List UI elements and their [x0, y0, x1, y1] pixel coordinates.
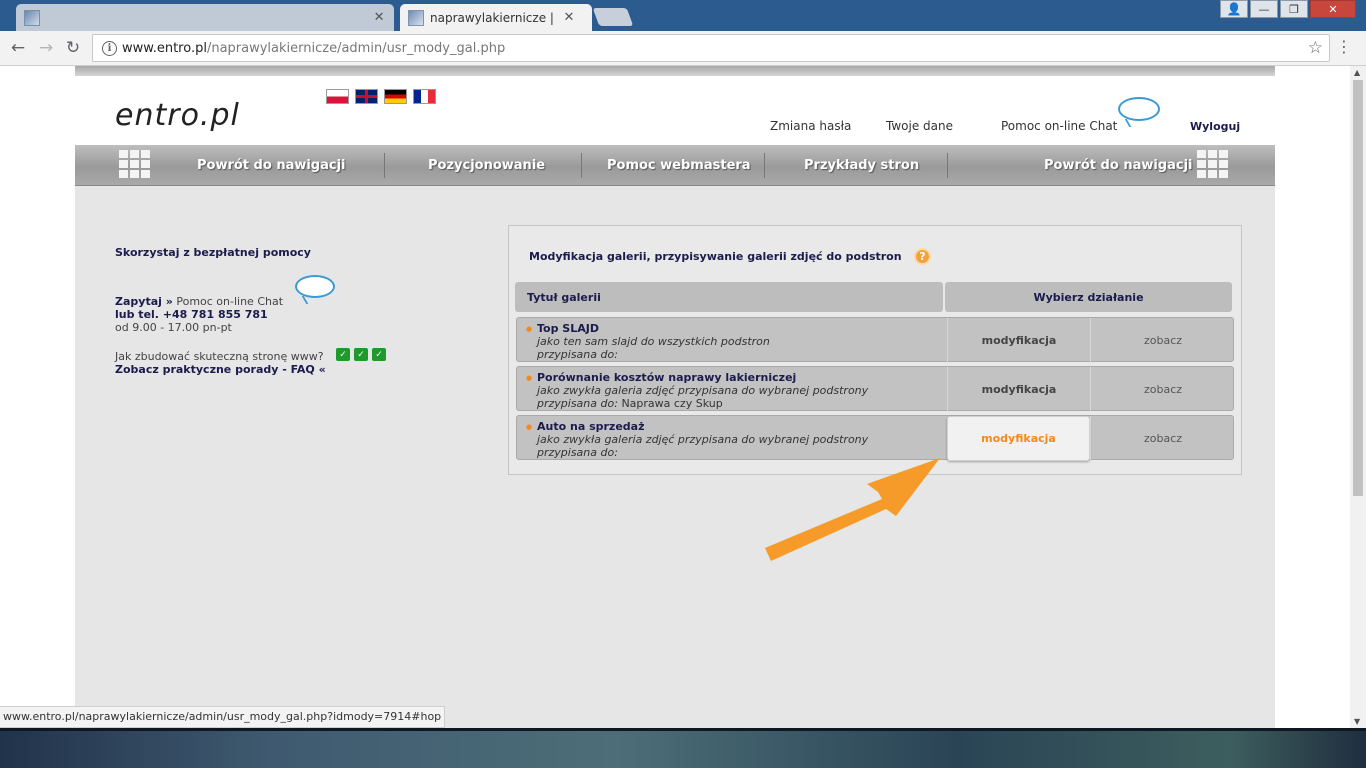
nav-separator [947, 153, 948, 178]
sidebar-title: Skorzystaj z bezpłatnej pomocy [115, 246, 311, 259]
table-row: Porównanie kosztów naprawy lakierniczej … [516, 366, 1235, 412]
chat-bubble-icon[interactable] [295, 275, 335, 298]
page-container: entro.pl Zmiana hasła Twoje dane Pomoc o… [75, 66, 1275, 728]
page-scrollbar[interactable]: ▲ ▼ [1350, 66, 1366, 728]
modify-button-hover[interactable]: modyfikacja [947, 416, 1090, 461]
sidebar-faq-link[interactable]: Zobacz praktyczne porady - FAQ « [115, 363, 326, 376]
nav-item-examples[interactable]: Przykłady stron [804, 158, 919, 173]
gallery-name: Auto na sprzedaż [526, 420, 645, 433]
site-logo[interactable]: entro.pl [115, 98, 240, 133]
flag-de-icon[interactable] [384, 89, 407, 104]
close-tab-icon[interactable]: ✕ [562, 10, 576, 25]
info-icon[interactable]: i [102, 41, 117, 56]
table-row: Top SLAJD jako ten sam slajd do wszystki… [516, 317, 1235, 363]
thumbs-up-icon: ✓ [354, 348, 368, 361]
panel-title: Modyfikacja galerii, przypisywanie galer… [529, 250, 902, 263]
main-nav: Powrót do nawigacji Pozycjonowanie Pomoc… [75, 145, 1275, 186]
restore-icon[interactable]: ❐ [1280, 0, 1308, 18]
thumbs-up-icons: ✓ ✓ ✓ [336, 348, 386, 361]
help-icon[interactable]: ? [914, 248, 931, 265]
minimize-icon[interactable]: — [1250, 0, 1278, 18]
gallery-desc: jako zwykła galeria zdjęć przypisana do … [537, 433, 869, 446]
nav-separator [581, 153, 582, 178]
nav-item-positioning[interactable]: Pozycjonowanie [428, 158, 545, 173]
logout-link[interactable]: Wyloguj [1190, 120, 1240, 133]
browser-menu-icon[interactable]: ⋮ [1336, 39, 1352, 55]
annotation-arrow-icon [765, 458, 940, 561]
tab-title: naprawylakiernicze | adm [430, 10, 556, 25]
gallery-name: Porównanie kosztów naprawy lakierniczej [526, 371, 796, 384]
page-viewport: entro.pl Zmiana hasła Twoje dane Pomoc o… [0, 66, 1350, 728]
site-favicon-icon [24, 9, 40, 26]
gallery-name: Top SLAJD [526, 322, 599, 335]
your-data-link[interactable]: Twoje dane [886, 119, 953, 133]
grid-menu-icon[interactable] [119, 150, 150, 180]
view-button[interactable]: zobacz [1090, 318, 1235, 363]
sidebar-phone: lub tel. +48 781 855 781 [115, 308, 268, 321]
new-tab-button[interactable] [592, 8, 634, 26]
status-url-bubble: www.entro.pl/naprawylakiernicze/admin/us… [0, 706, 446, 728]
nav-separator [384, 153, 385, 178]
flag-fr-icon[interactable] [413, 89, 436, 104]
thumbs-up-icon: ✓ [372, 348, 386, 361]
browser-toolbar: ← → ↻ i www.entro.pl/naprawylakiernicze/… [0, 31, 1366, 66]
close-tab-icon[interactable]: ✕ [372, 10, 386, 25]
gallery-assigned: przypisana do: Naprawa czy Skup [537, 397, 723, 410]
site-header: entro.pl Zmiana hasła Twoje dane Pomoc o… [75, 76, 1275, 145]
browser-tabstrip: ✕ naprawylakiernicze | adm ✕ 👤 — ❐ ✕ [0, 0, 1366, 31]
nav-separator [764, 153, 765, 178]
flag-pl-icon[interactable] [326, 89, 349, 104]
site-favicon-icon [408, 9, 424, 26]
desktop-taskbar [0, 728, 1366, 768]
view-button[interactable]: zobacz [1090, 367, 1235, 412]
chat-bubble-icon[interactable] [1118, 97, 1160, 121]
modify-button[interactable]: modyfikacja [947, 367, 1090, 412]
scroll-up-icon[interactable]: ▲ [1354, 68, 1360, 77]
change-password-link[interactable]: Zmiana hasła [770, 119, 851, 133]
profile-icon[interactable]: 👤 [1220, 0, 1248, 18]
sidebar-how-to[interactable]: Jak zbudować skuteczną stronę www? [115, 350, 324, 363]
nav-item-webmaster-help[interactable]: Pomoc webmastera [607, 158, 751, 173]
scroll-thumb[interactable] [1353, 80, 1363, 496]
gallery-desc: jako ten sam slajd do wszystkich podstro… [537, 335, 770, 348]
modify-button[interactable]: modyfikacja [947, 318, 1090, 363]
gallery-assigned: przypisana do: [537, 348, 618, 361]
thumbs-up-icon: ✓ [336, 348, 350, 361]
sidebar-hours: od 9.00 - 17.00 pn-pt [115, 321, 232, 334]
column-header-action: Wybierz działanie [945, 282, 1232, 312]
window-controls: 👤 — ❐ ✕ [1220, 0, 1356, 18]
sidebar-ask-line: Zapytaj » Pomoc on-line Chat [115, 295, 283, 308]
column-header-title: Tytuł galerii [515, 282, 943, 312]
address-bar[interactable]: i www.entro.pl/naprawylakiernicze/admin/… [92, 34, 1330, 62]
flag-gb-icon[interactable] [355, 89, 378, 104]
top-divider [75, 66, 1275, 76]
url-text: www.entro.pl/naprawylakiernicze/admin/us… [122, 41, 506, 56]
sidebar-chat-link[interactable]: Pomoc on-line Chat [176, 295, 283, 308]
bookmark-star-icon[interactable]: ☆ [1308, 38, 1323, 58]
reload-icon[interactable]: ↻ [62, 37, 84, 59]
back-icon[interactable]: ← [7, 37, 29, 59]
forward-icon[interactable]: → [35, 37, 57, 59]
ask-link[interactable]: Zapytaj » [115, 295, 173, 308]
nav-item-back[interactable]: Powrót do nawigacji [197, 158, 346, 173]
view-button[interactable]: zobacz [1090, 416, 1235, 461]
browser-tab[interactable]: ✕ [16, 4, 394, 31]
browser-tab-active[interactable]: naprawylakiernicze | adm ✕ [400, 4, 592, 31]
gallery-assigned: przypisana do: [537, 446, 618, 459]
language-flags [326, 89, 436, 104]
chat-link[interactable]: Pomoc on-line Chat [1001, 119, 1117, 133]
gallery-desc: jako zwykła galeria zdjęć przypisana do … [537, 384, 869, 397]
gallery-panel: Modyfikacja galerii, przypisywanie galer… [508, 225, 1242, 475]
grid-menu-icon[interactable] [1197, 150, 1228, 180]
scroll-down-icon[interactable]: ▼ [1354, 717, 1360, 726]
close-window-icon[interactable]: ✕ [1310, 0, 1356, 18]
nav-item-back-right[interactable]: Powrót do nawigacji [1044, 158, 1193, 173]
